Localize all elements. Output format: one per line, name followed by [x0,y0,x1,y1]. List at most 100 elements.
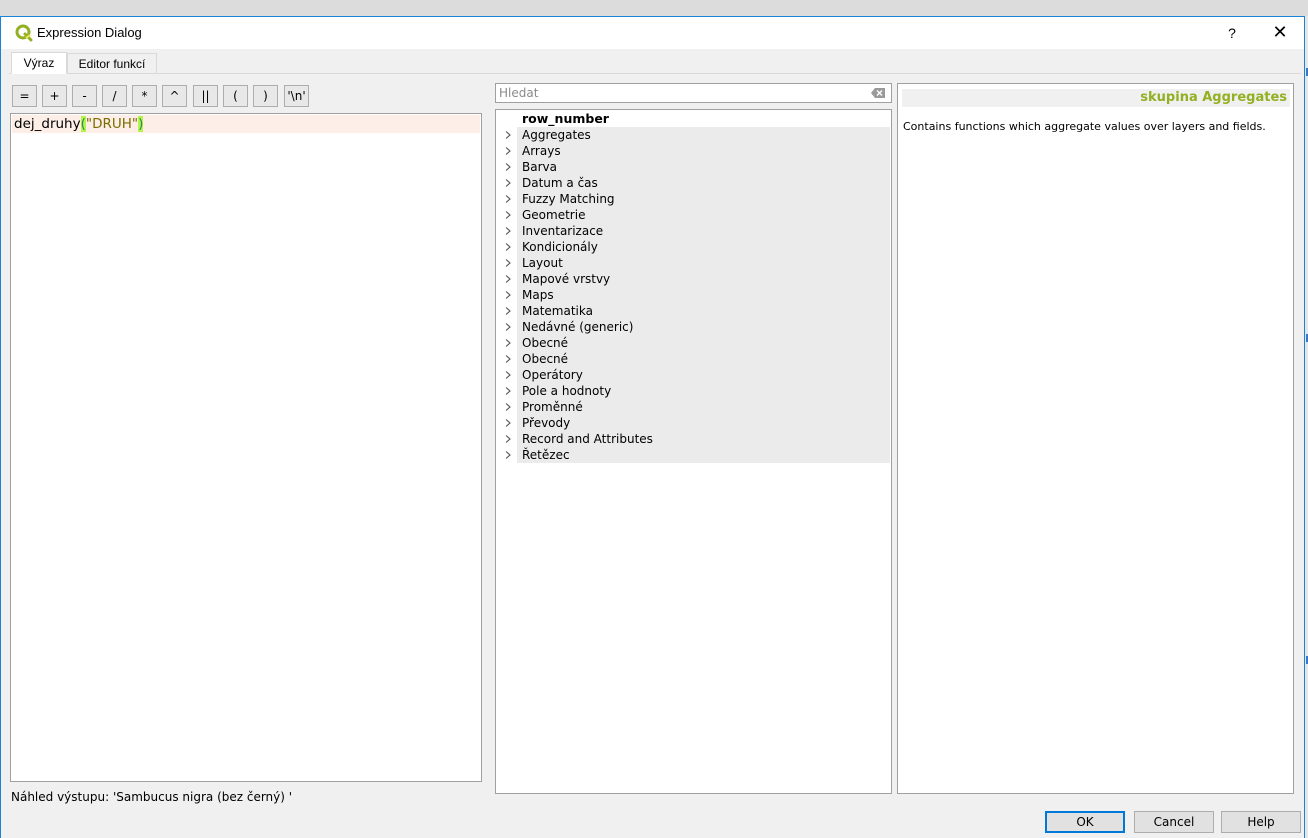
tree-group-item[interactable]: Datum a čas [497,175,891,191]
tree-row-background [517,287,890,303]
tree-group-label: Record and Attributes [522,432,653,446]
tab-editor-funkci[interactable]: Editor funkcí [67,53,157,74]
chevron-right-icon[interactable] [503,194,513,204]
tree-group-label: Matematika [522,304,593,318]
tree-row-background [517,255,890,271]
chevron-right-icon[interactable] [503,322,513,332]
minus-operator-button[interactable]: - [72,85,97,107]
tree-group-item[interactable]: Geometrie [497,207,891,223]
chevron-right-icon[interactable] [503,162,513,172]
tab-divider [9,73,1301,74]
help-question-button[interactable]: ? [1215,17,1249,49]
tree-group-label: Datum a čas [522,176,598,190]
tree-group-label: Obecné [522,336,569,350]
function-token: dej_druhy [14,116,81,132]
tree-group-item[interactable]: Fuzzy Matching [497,191,891,207]
tree-group-label: Operátory [522,368,583,382]
multiply-operator-button[interactable]: * [132,85,157,107]
chevron-right-icon[interactable] [503,210,513,220]
chevron-right-icon[interactable] [503,242,513,252]
function-tree[interactable]: row_number Aggregates Arrays Barva Datum a … [495,109,892,794]
tree-group-label: Kondicionály [522,240,598,254]
tree-group-item[interactable]: Pole a hodnoty [497,383,891,399]
cancel-button[interactable]: Cancel [1134,811,1214,833]
tree-group-item[interactable]: Proměnné [497,399,891,415]
tree-group-item[interactable]: Operátory [497,367,891,383]
qgis-logo-icon [15,24,33,42]
title-bar[interactable]: Expression Dialog ? ✕ [1,17,1304,49]
tree-group-label: Fuzzy Matching [522,192,615,206]
equals-operator-button[interactable]: = [12,85,37,107]
tree-group-label: Proměnné [522,400,583,414]
tree-group-item[interactable]: Arrays [497,143,891,159]
chevron-right-icon[interactable] [503,370,513,380]
newline-button[interactable]: '\n' [284,85,309,107]
chevron-right-icon[interactable] [503,450,513,460]
chevron-right-icon[interactable] [503,386,513,396]
tree-group-label: Geometrie [522,208,586,222]
tree-group-item[interactable]: Inventarizace [497,223,891,239]
tree-row-background [517,143,890,159]
tree-row-background [517,415,890,431]
close-button[interactable]: ✕ [1263,17,1297,49]
chevron-right-icon[interactable] [503,434,513,444]
tree-group-label: Nedávné (generic) [522,320,634,334]
tree-item-label: row_number [522,111,609,126]
tree-group-item[interactable]: Matematika [497,303,891,319]
chevron-right-icon[interactable] [503,146,513,156]
tree-group-item[interactable]: Aggregates [497,127,891,143]
tree-group-item[interactable]: Obecné [497,335,891,351]
tree-group-item[interactable]: Převody [497,415,891,431]
open-paren-button[interactable]: ( [223,85,248,107]
help-button[interactable]: Help [1221,811,1301,833]
close-paren-button[interactable]: ) [253,85,278,107]
tree-group-label: Barva [522,160,557,174]
plus-operator-button[interactable]: + [42,85,67,107]
tree-group-item[interactable]: Barva [497,159,891,175]
tree-row-background [517,159,890,175]
help-panel: skupina Aggregates Contains functions wh… [897,83,1294,794]
chevron-right-icon[interactable] [503,354,513,364]
tree-group-item[interactable]: Obecné [497,351,891,367]
chevron-right-icon[interactable] [503,274,513,284]
chevron-right-icon[interactable] [503,306,513,316]
chevron-right-icon[interactable] [503,402,513,412]
expression-dialog: Expression Dialog ? ✕ Výraz Editor funkc… [0,16,1305,838]
tree-group-label: Aggregates [522,128,591,142]
tree-group-item[interactable]: Record and Attributes [497,431,891,447]
power-operator-button[interactable]: ^ [162,85,187,107]
expression-editor[interactable]: dej_druhy("DRUH") [10,113,482,782]
divide-operator-button[interactable]: / [102,85,127,107]
tab-vyraz[interactable]: Výraz [11,52,67,74]
search-input[interactable] [496,84,856,102]
chevron-right-icon[interactable] [503,338,513,348]
chevron-right-icon[interactable] [503,418,513,428]
help-group-title: skupina Aggregates [902,89,1290,107]
tree-group-label: Obecné [522,352,569,366]
clear-search-icon[interactable] [871,88,885,98]
tree-group-item[interactable]: Řetězec [497,447,891,463]
tree-group-item[interactable]: Maps [497,287,891,303]
chevron-right-icon[interactable] [503,290,513,300]
help-group-description: Contains functions which aggregate value… [903,120,1266,133]
editor-current-line[interactable]: dej_druhy("DRUH") [12,115,480,133]
tree-group-item[interactable]: Mapové vrstvy [497,271,891,287]
preview-value: 'Sambucus nigra (bez černý) ' [112,790,293,804]
concat-operator-button[interactable]: || [193,85,218,107]
chevron-right-icon[interactable] [503,258,513,268]
tree-group-item[interactable]: Kondicionály [497,239,891,255]
chevron-right-icon[interactable] [503,178,513,188]
chevron-right-icon[interactable] [503,226,513,236]
function-search [495,83,892,103]
tree-group-label: Řetězec [522,448,570,462]
ok-button[interactable]: OK [1045,811,1125,833]
tree-group-item[interactable]: Nedávné (generic) [497,319,891,335]
output-preview: Náhled výstupu: 'Sambucus nigra (bez čer… [11,790,292,804]
tree-group-item[interactable]: Layout [497,255,891,271]
tree-group-label: Arrays [522,144,561,158]
tree-row-background [517,335,890,351]
tree-item-row-number[interactable]: row_number [497,111,891,127]
tree-group-label: Maps [522,288,554,302]
chevron-right-icon[interactable] [503,130,513,140]
tree-group-label: Inventarizace [522,224,604,238]
